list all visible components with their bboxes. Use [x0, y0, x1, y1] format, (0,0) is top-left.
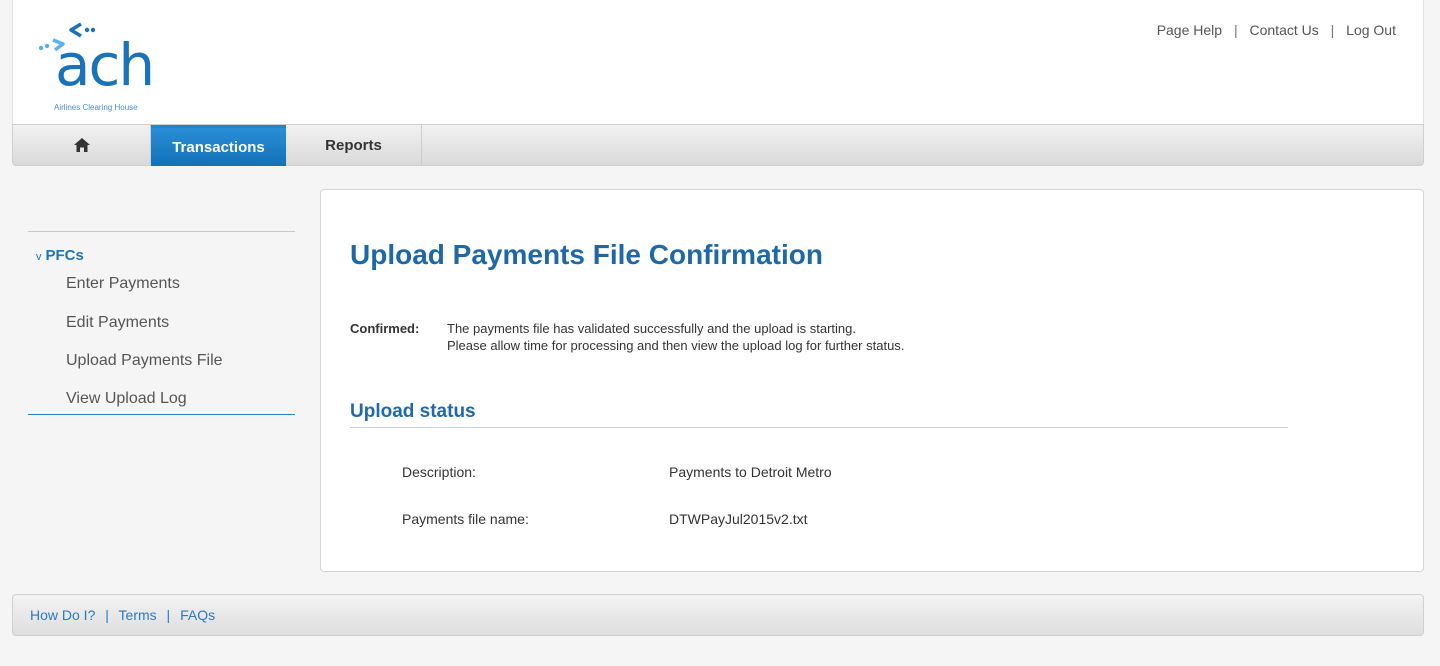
sidebar-section-pfcs[interactable]: v PFCs — [36, 247, 84, 264]
how-do-i-link[interactable]: How Do I? — [30, 607, 95, 623]
confirmation-line-2: Please allow time for processing and the… — [447, 338, 905, 353]
terms-link[interactable]: Terms — [119, 607, 157, 623]
top-links: Page Help | Contact Us | Log Out — [1157, 22, 1396, 38]
footer-links: How Do I? | Terms | FAQs — [30, 607, 215, 623]
page: ach Airlines Clearing House Page Help | … — [12, 0, 1424, 666]
contact-us-link[interactable]: Contact Us — [1250, 22, 1319, 38]
footer-separator: | — [166, 607, 171, 623]
ach-logo[interactable]: ach Airlines Clearing House — [25, 14, 185, 120]
upload-status-heading: Upload status — [350, 401, 1288, 428]
sidebar-item-edit-payments[interactable]: Edit Payments — [66, 314, 169, 332]
confirmation-line-1: The payments file has validated successf… — [447, 321, 857, 336]
header: ach Airlines Clearing House Page Help | … — [12, 0, 1424, 124]
sidebar: v PFCs Enter Payments Edit Payments Uploa… — [28, 231, 295, 415]
top-links-separator: | — [1233, 22, 1238, 38]
page-help-link[interactable]: Page Help — [1157, 22, 1222, 38]
footer-separator: | — [105, 607, 109, 623]
logo-tagline: Airlines Clearing House — [54, 103, 138, 112]
log-out-link[interactable]: Log Out — [1346, 22, 1396, 38]
sidebar-item-view-upload-log[interactable]: View Upload Log — [66, 390, 187, 408]
file-name-value: DTWPayJul2015v2.txt — [669, 511, 808, 527]
sidebar-item-enter-payments[interactable]: Enter Payments — [66, 275, 180, 293]
home-icon — [73, 138, 90, 152]
file-name-label: Payments file name: — [402, 511, 529, 527]
footer: How Do I? | Terms | FAQs — [12, 594, 1424, 636]
tab-reports[interactable]: Reports — [286, 125, 422, 166]
logo-word: ach — [55, 31, 155, 99]
sidebar-item-upload-payments-file[interactable]: Upload Payments File — [66, 352, 223, 370]
chevron-down-icon: v — [36, 251, 42, 263]
faqs-link[interactable]: FAQs — [180, 607, 215, 623]
page-title: Upload Payments File Confirmation — [350, 239, 823, 270]
sidebar-section-label: PFCs — [45, 247, 84, 264]
confirmation-label: Confirmed: — [350, 321, 420, 336]
description-value: Payments to Detroit Metro — [669, 464, 832, 480]
tab-transactions[interactable]: Transactions — [151, 125, 286, 166]
description-label: Description: — [402, 464, 476, 480]
main-card: Upload Payments File Confirmation Confir… — [320, 189, 1424, 572]
nav-home[interactable] — [13, 125, 151, 166]
top-links-separator: | — [1330, 22, 1335, 38]
main-nav: Transactions Reports — [12, 124, 1424, 166]
